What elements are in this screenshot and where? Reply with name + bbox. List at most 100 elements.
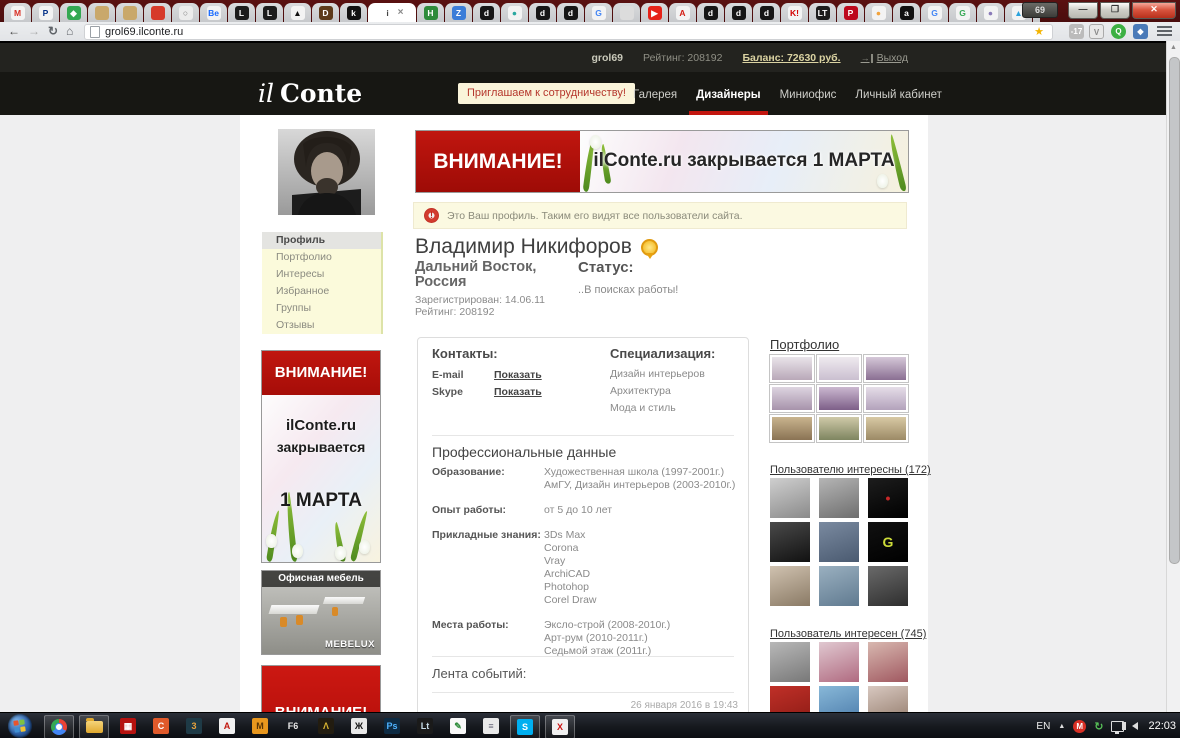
username[interactable]: grol69 xyxy=(592,52,624,65)
taskbar-chrome[interactable] xyxy=(44,715,74,738)
taskbar-f6-app[interactable]: F6 xyxy=(279,715,307,737)
taskbar-grid-red-app[interactable]: ▦ xyxy=(114,715,142,737)
nav-item-designers[interactable]: Дизайнеры xyxy=(689,88,769,115)
taskbar-figure-app[interactable]: Ж xyxy=(345,715,373,737)
green-extension-icon[interactable]: Q xyxy=(1111,24,1126,39)
sidebar-item-favorites[interactable]: Избранное xyxy=(262,283,381,300)
sidebar-item-interests[interactable]: Интересы xyxy=(262,266,381,283)
tab-cat-app[interactable] xyxy=(88,3,115,22)
language-indicator[interactable]: EN xyxy=(1036,721,1050,732)
taskbar-3ds-max[interactable]: 3 xyxy=(180,715,208,737)
page-scrollbar[interactable]: ▲ xyxy=(1166,41,1180,712)
taskbar-autocad[interactable]: A xyxy=(213,715,241,737)
taskbar-skype[interactable]: S xyxy=(510,715,540,738)
tab-google-2[interactable]: G xyxy=(921,3,948,22)
portfolio-thumbnail[interactable] xyxy=(769,384,815,413)
balance-link[interactable]: Баланс: 72630 руб. xyxy=(742,52,840,65)
tab-d-app-2[interactable]: d xyxy=(529,3,556,22)
tab-lt-app[interactable]: LT xyxy=(809,3,836,22)
user-avatar[interactable] xyxy=(819,478,859,518)
forward-button[interactable]: → xyxy=(28,23,40,40)
user-avatar[interactable] xyxy=(770,522,810,562)
taskbar-red-x-app[interactable]: X xyxy=(545,715,575,738)
tab-blank-tab[interactable] xyxy=(613,3,640,22)
tab-triangle-app[interactable]: ▲ xyxy=(284,3,311,22)
sidebar-ad-furniture[interactable]: Офисная мебель MEBELUX xyxy=(261,570,381,655)
tab-d-brown-app[interactable]: D xyxy=(312,3,339,22)
nav-item-cabinet[interactable]: Личный кабинет xyxy=(855,88,942,115)
tab-behance[interactable]: Be xyxy=(200,3,227,22)
tab-z-blue-app[interactable]: Z xyxy=(445,3,472,22)
tab-d-app[interactable]: d xyxy=(473,3,500,22)
tab-google[interactable]: G xyxy=(585,3,612,22)
tab-gmail[interactable]: M xyxy=(4,3,31,22)
portfolio-thumbnail[interactable] xyxy=(769,354,815,383)
browser-menu-icon[interactable] xyxy=(1157,26,1172,28)
user-avatar[interactable] xyxy=(770,686,810,712)
portfolio-link[interactable]: Портфолио xyxy=(770,337,839,352)
user-avatar[interactable] xyxy=(770,478,810,518)
tab-paypal[interactable]: P xyxy=(32,3,59,22)
profile-photo[interactable] xyxy=(278,129,375,215)
user-avatar[interactable] xyxy=(819,642,859,682)
volume-icon[interactable] xyxy=(1122,722,1139,730)
tab-a-black-app[interactable]: a xyxy=(893,3,920,22)
gmail-notifier-icon[interactable]: M xyxy=(1073,719,1087,733)
reload-button[interactable]: ↻ xyxy=(48,23,58,40)
bookmark-star-icon[interactable]: ★ xyxy=(1034,25,1044,38)
tab-k-exclaim-app[interactable]: K! xyxy=(781,3,808,22)
clock[interactable]: 22:03 xyxy=(1148,720,1176,732)
tab-youtube[interactable]: ▶ xyxy=(641,3,668,22)
tab-h-green-app[interactable]: H xyxy=(417,3,444,22)
user-avatar[interactable] xyxy=(868,566,908,606)
portfolio-thumbnail[interactable] xyxy=(816,354,862,383)
sidebar-item-groups[interactable]: Группы xyxy=(262,300,381,317)
sidebar-item-reviews[interactable]: Отзывы xyxy=(262,317,381,334)
sidebar-item-profile[interactable]: Профиль xyxy=(262,232,381,249)
back-button[interactable]: ← xyxy=(8,23,20,40)
taskbar-ccleaner[interactable]: C xyxy=(147,715,175,737)
portfolio-thumbnail[interactable] xyxy=(863,384,909,413)
site-logo[interactable]: il Conte xyxy=(258,79,362,108)
contact-show-link[interactable]: Показать xyxy=(494,369,542,381)
minimize-button[interactable]: — xyxy=(1068,2,1098,19)
user-avatar[interactable] xyxy=(868,686,908,712)
portfolio-thumbnail[interactable] xyxy=(816,414,862,443)
user-avatar[interactable] xyxy=(770,642,810,682)
tab-green-app[interactable]: ◆ xyxy=(60,3,87,22)
user-avatar[interactable] xyxy=(819,522,859,562)
user-avatar[interactable] xyxy=(819,686,859,712)
taskbar-photoshop[interactable]: Ps xyxy=(378,715,406,737)
tab-orange-circle-app[interactable]: ● xyxy=(865,3,892,22)
shield-extension-icon[interactable]: V xyxy=(1089,24,1104,39)
logout-link[interactable]: → Выход xyxy=(861,52,908,65)
home-button[interactable]: ⌂ xyxy=(66,23,73,40)
sidebar-ad-closing[interactable]: ВНИМАНИЕ! ilConte.ru закрывается 1 МАРТА xyxy=(261,350,381,563)
taskbar-green-pen-app[interactable]: ✎ xyxy=(444,715,472,737)
nav-item-gallery[interactable]: Галерея xyxy=(633,88,677,115)
user-avatar[interactable] xyxy=(819,566,859,606)
taskbar-m-orange-app[interactable]: M xyxy=(246,715,274,737)
sync-icon[interactable]: ↻ xyxy=(1094,721,1103,732)
portfolio-thumbnail[interactable] xyxy=(863,414,909,443)
contact-show-link[interactable]: Показать xyxy=(494,386,542,398)
tab-link-app[interactable]: ○ xyxy=(172,3,199,22)
user-avatar[interactable] xyxy=(868,642,908,682)
tab-google-3[interactable]: G xyxy=(949,3,976,22)
profile-badge-button[interactable]: 69 xyxy=(1022,2,1058,18)
invite-button[interactable]: Приглашаем к сотрудничеству! xyxy=(458,83,635,104)
close-button[interactable]: ✕ xyxy=(1132,2,1176,19)
taskbar-document-app[interactable]: ≡ xyxy=(477,715,505,737)
tab-l-app[interactable]: L xyxy=(228,3,255,22)
maximize-button[interactable]: ❐ xyxy=(1100,2,1130,19)
taskbar-gold-pen-app[interactable]: Λ xyxy=(312,715,340,737)
tab-d-app-4[interactable]: d xyxy=(697,3,724,22)
interested-link[interactable]: Пользователь интересен (745) xyxy=(770,628,926,640)
portfolio-thumbnail[interactable] xyxy=(863,354,909,383)
adblock-extension-icon[interactable]: -17 xyxy=(1069,24,1084,39)
start-button[interactable] xyxy=(8,714,32,738)
interests-link[interactable]: Пользователю интересны (172) xyxy=(770,464,931,476)
user-avatar[interactable]: G xyxy=(868,522,908,562)
tab-purple-app[interactable]: ● xyxy=(977,3,1004,22)
tab-l-app-2[interactable]: L xyxy=(256,3,283,22)
